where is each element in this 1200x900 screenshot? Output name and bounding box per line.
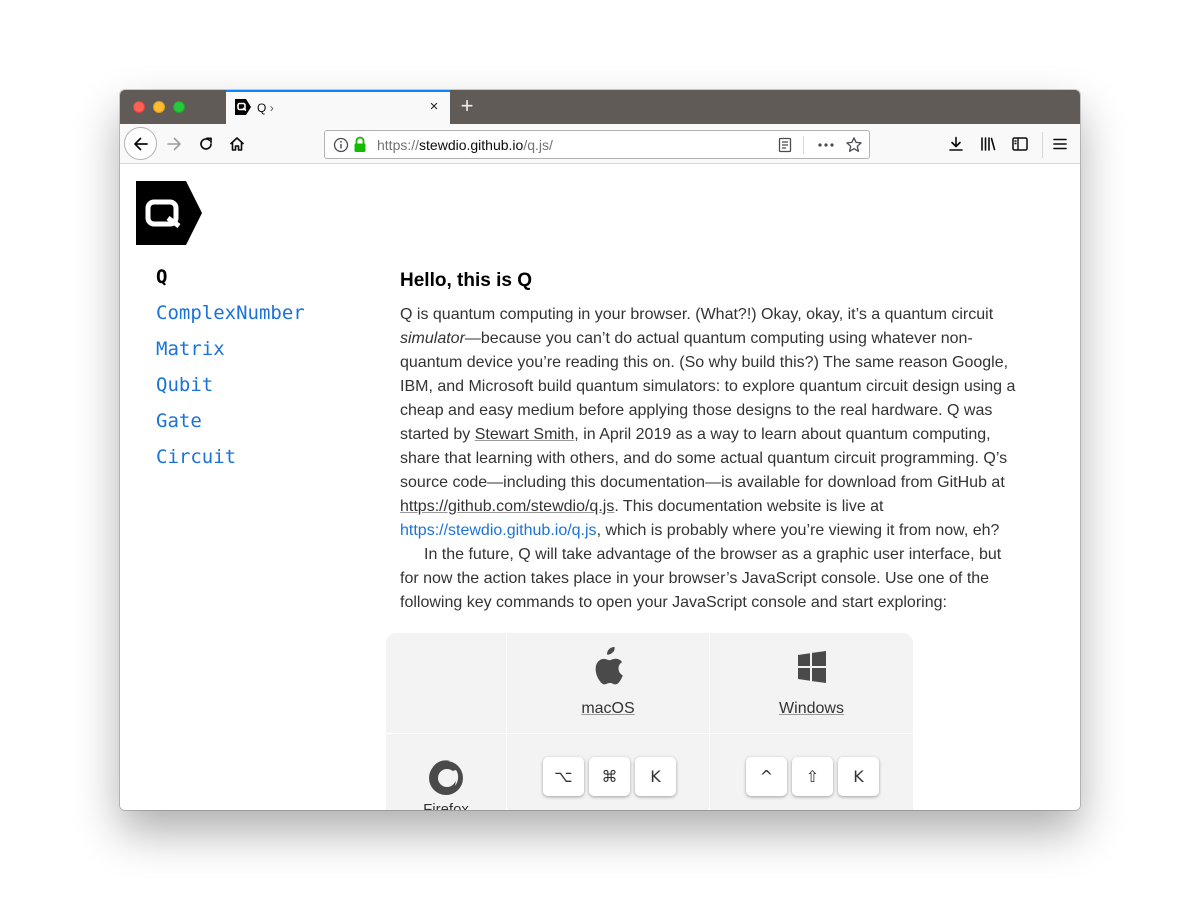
key-k: K	[838, 757, 879, 796]
home-button[interactable]	[223, 130, 251, 158]
console-paragraph: In the future, Q will take advantage of …	[400, 546, 1002, 611]
menu-button[interactable]	[1046, 130, 1074, 158]
nav-item-qubit[interactable]: Qubit	[156, 373, 305, 409]
table-divider	[386, 733, 913, 734]
os-label-windows[interactable]: Windows	[710, 700, 913, 718]
url-separator	[803, 136, 804, 154]
article: Hello, this is Q Q is quantum computing …	[400, 269, 1020, 615]
address-bar[interactable]: https://stewdio.github.io/q.js/	[324, 130, 870, 159]
zoom-window-button[interactable]	[173, 101, 185, 113]
bookmark-star-icon[interactable]	[845, 136, 863, 154]
page-content: Q ComplexNumber Matrix Qubit Gate Circui…	[120, 165, 1080, 810]
author-link[interactable]: Stewart Smith	[475, 426, 575, 443]
apple-icon	[595, 646, 623, 685]
back-button[interactable]	[124, 127, 157, 160]
page-heading: Hello, this is Q	[400, 270, 532, 291]
github-link[interactable]: https://github.com/stewdio/q.js	[400, 498, 614, 515]
nav-item-circuit[interactable]: Circuit	[156, 445, 305, 481]
nav-item-complexnumber[interactable]: ComplexNumber	[156, 301, 305, 337]
q-favicon-icon	[235, 99, 251, 115]
browser-window: Q › × + https://stewdio.github.io/q.js/ …	[120, 90, 1080, 810]
os-label-macos[interactable]: macOS	[507, 700, 709, 718]
q-logo-icon[interactable]	[136, 181, 202, 245]
reload-icon	[200, 137, 212, 150]
key-command: ⌘	[589, 757, 630, 796]
url-text: https://stewdio.github.io/q.js/	[377, 137, 553, 153]
nav-item-matrix[interactable]: Matrix	[156, 337, 305, 373]
info-icon[interactable]	[333, 137, 349, 153]
toolbar-separator	[1042, 132, 1043, 158]
back-arrow-icon	[133, 137, 148, 150]
key-shift: ⇧	[792, 757, 833, 796]
key-k: K	[635, 757, 676, 796]
reload-button[interactable]	[192, 130, 220, 158]
sidebar-nav: Q ComplexNumber Matrix Qubit Gate Circui…	[156, 265, 305, 481]
home-icon	[229, 137, 245, 151]
sidebar-icon	[1012, 137, 1028, 151]
page-actions-icon[interactable]	[817, 137, 835, 153]
browser-label-firefox: Firefox	[423, 801, 469, 810]
close-tab-icon[interactable]: ×	[426, 99, 442, 115]
os-column-macos: macOS	[507, 646, 709, 718]
firefox-icon	[429, 760, 463, 795]
downloads-button[interactable]	[942, 130, 970, 158]
tab-q[interactable]: Q › ×	[226, 90, 450, 124]
lock-icon[interactable]	[353, 136, 367, 153]
key-commands-table: macOS Windows Firefox ⌥ ⌘ K ^ ⇧ K	[386, 633, 913, 810]
nav-item-q[interactable]: Q	[156, 265, 305, 301]
intro-paragraph: Q is quantum computing in your browser. …	[400, 306, 1016, 539]
tab-title: Q ›	[257, 101, 274, 115]
new-tab-button[interactable]: +	[456, 95, 478, 117]
hamburger-menu-icon	[1053, 138, 1067, 150]
minimize-window-button[interactable]	[153, 101, 165, 113]
nav-toolbar: https://stewdio.github.io/q.js/	[120, 124, 1080, 164]
forward-button[interactable]	[160, 130, 188, 158]
reader-view-icon[interactable]	[777, 137, 793, 153]
download-icon	[949, 136, 963, 151]
key-control: ^	[746, 757, 787, 796]
docs-site-link[interactable]: https://stewdio.github.io/q.js	[400, 522, 597, 539]
library-button[interactable]	[974, 130, 1002, 158]
library-icon	[981, 137, 996, 151]
tab-bar: Q › × +	[120, 90, 1080, 124]
close-window-button[interactable]	[133, 101, 145, 113]
windows-icon	[797, 651, 826, 683]
nav-item-gate[interactable]: Gate	[156, 409, 305, 445]
forward-arrow-icon	[167, 137, 181, 151]
key-option: ⌥	[543, 757, 584, 796]
os-column-windows: Windows	[710, 647, 913, 718]
sidebar-toggle-button[interactable]	[1006, 130, 1034, 158]
